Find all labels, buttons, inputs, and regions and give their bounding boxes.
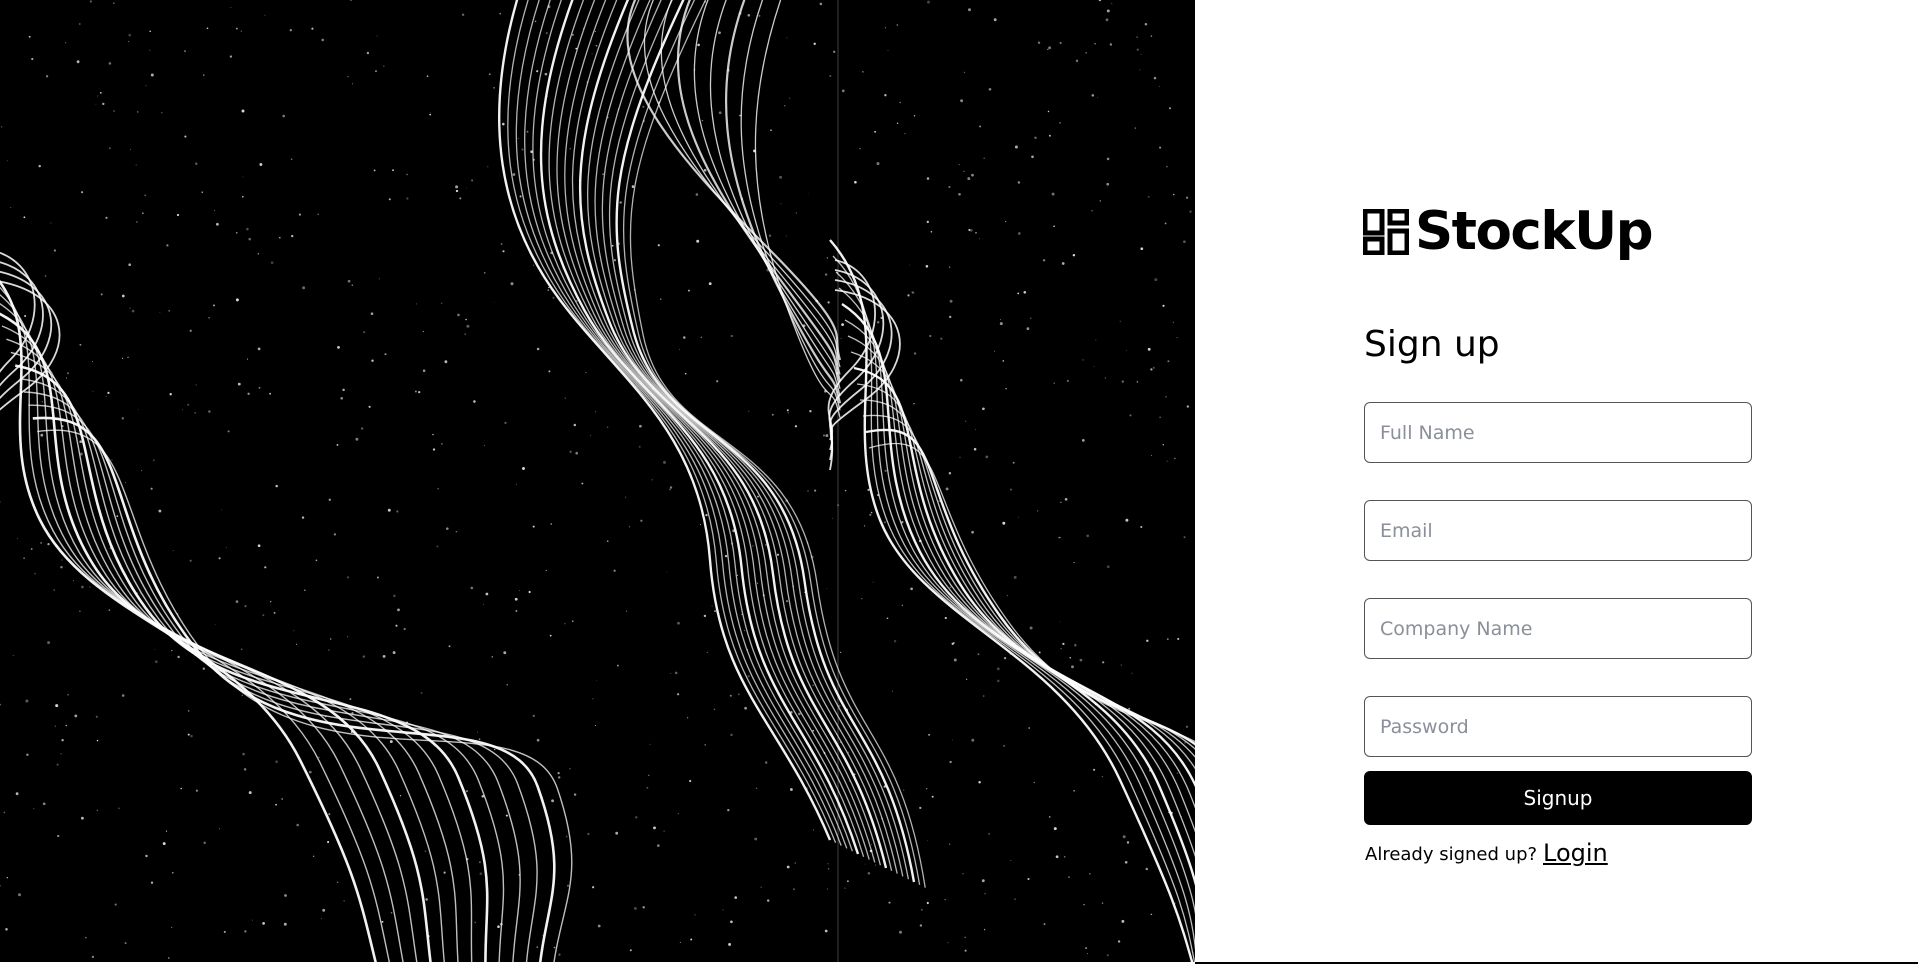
signup-panel: StockUp Sign up Signup Already signed up… bbox=[1363, 0, 1753, 962]
signup-button[interactable]: Signup bbox=[1364, 771, 1752, 825]
email-input[interactable] bbox=[1364, 500, 1752, 561]
login-link[interactable]: Login bbox=[1543, 836, 1608, 870]
brand-logo: StockUp bbox=[1363, 200, 1654, 264]
brand-name: StockUp bbox=[1415, 201, 1654, 262]
starfield bbox=[0, 0, 1192, 959]
full-name-input[interactable] bbox=[1364, 402, 1752, 463]
grid-blocks-icon bbox=[1363, 209, 1409, 255]
already-signed-up-text: Already signed up? bbox=[1365, 844, 1538, 865]
password-input[interactable] bbox=[1364, 696, 1752, 757]
page-title: Sign up bbox=[1364, 324, 1500, 365]
hero-image bbox=[0, 0, 1195, 962]
contour-lines bbox=[0, 0, 1195, 962]
company-name-input[interactable] bbox=[1364, 598, 1752, 659]
topographic-lines-illustration bbox=[0, 0, 1195, 962]
